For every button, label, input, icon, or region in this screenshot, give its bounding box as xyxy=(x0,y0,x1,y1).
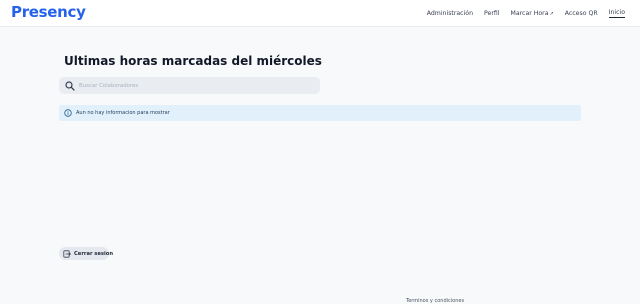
search-bar[interactable] xyxy=(59,77,320,94)
logo[interactable]: Presency xyxy=(11,3,86,21)
nav-item-inicio[interactable]: Inicio xyxy=(608,9,625,18)
info-icon xyxy=(64,109,72,117)
nav-item-perfil[interactable]: Perfil xyxy=(484,10,499,17)
logout-icon xyxy=(63,249,71,258)
top-navbar: Presency Administración Perfil Marcar Ho… xyxy=(0,0,640,27)
info-alert: Aun no hay informacion para mostrar xyxy=(59,105,581,121)
terms-link[interactable]: Terminos y condiciones xyxy=(406,298,464,304)
logout-button[interactable]: Cerrar sesion xyxy=(59,247,113,260)
search-input[interactable] xyxy=(79,78,309,93)
main-nav: Administración Perfil Marcar Hora↗ Acces… xyxy=(427,9,625,18)
logout-label: Cerrar sesion xyxy=(74,250,114,257)
page-title: Ultimas horas marcadas del miércoles xyxy=(64,54,322,68)
external-link-icon: ↗ xyxy=(549,11,554,17)
nav-item-marcar-hora[interactable]: Marcar Hora↗ xyxy=(511,10,554,17)
search-icon xyxy=(61,77,78,94)
nav-item-acceso-qr[interactable]: Acceso QR xyxy=(565,10,598,17)
nav-item-label: Marcar Hora xyxy=(510,10,549,17)
alert-message: Aun no hay informacion para mostrar xyxy=(76,110,170,116)
nav-item-administracion[interactable]: Administración xyxy=(427,10,473,17)
